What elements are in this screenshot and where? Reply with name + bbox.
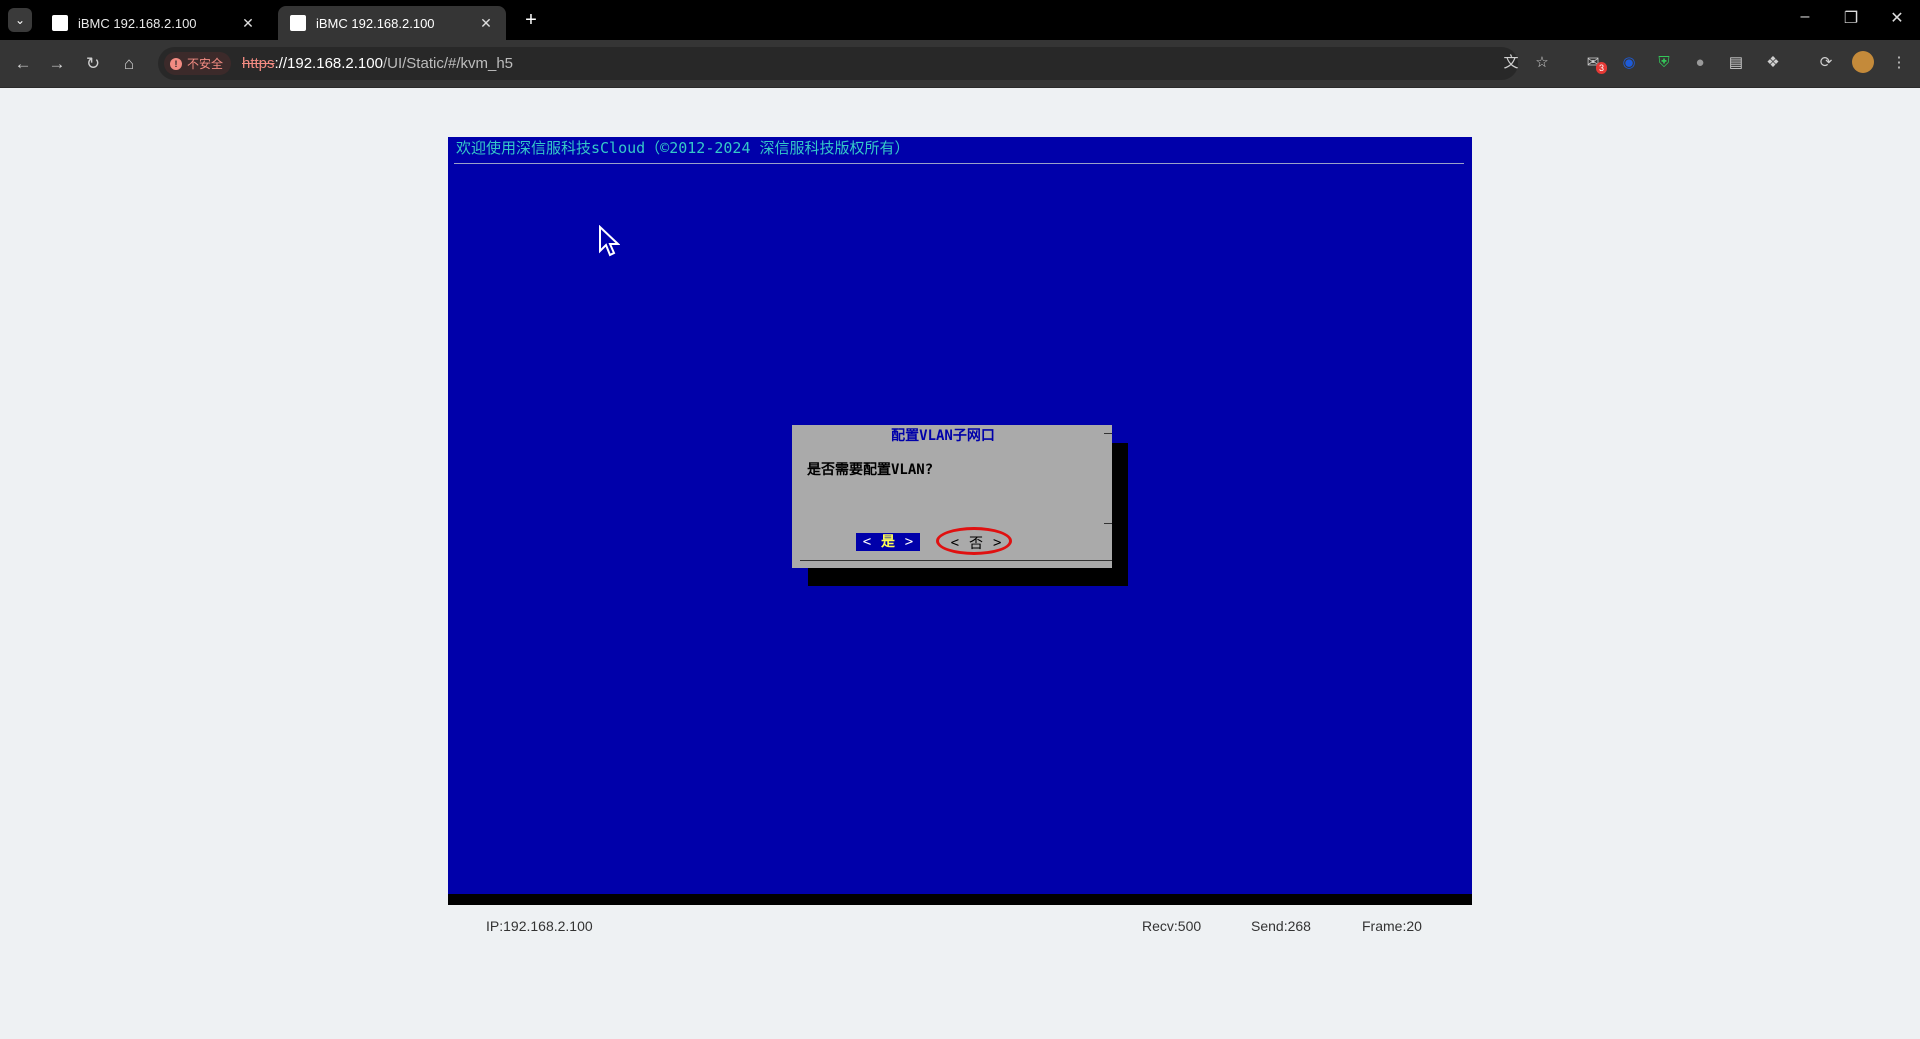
kvm-console-screen[interactable]: 欢迎使用深信服科技sCloud（©2012-2024 深信服科技版权所有） 配置…: [448, 137, 1472, 905]
status-frame: Frame:20: [1362, 918, 1422, 934]
new-tab-button[interactable]: +: [520, 9, 542, 31]
close-window-icon[interactable]: ✕: [1874, 8, 1920, 28]
close-tab-icon[interactable]: ✕: [476, 15, 496, 32]
no-right-bracket: >: [993, 535, 1002, 551]
yes-left-bracket: <: [856, 533, 878, 551]
chevron-down-icon: ⌄: [14, 13, 26, 27]
browser-toolbar: ← → ↻ ⌂ ! 不安全 https://192.168.2.100/UI/S…: [0, 40, 1920, 88]
no-button[interactable]: < 否 >: [936, 527, 1014, 555]
url-scheme: https: [242, 55, 275, 72]
tab-title: iBMC 192.168.2.100: [316, 15, 435, 31]
no-label: 否: [969, 536, 983, 552]
back-arrow-icon[interactable]: ←: [10, 51, 36, 77]
warning-icon: !: [170, 57, 182, 70]
extension-dot-icon[interactable]: ●: [1689, 52, 1711, 74]
url-path: /UI/Static/#/kvm_h5: [382, 55, 514, 72]
console-banner: 欢迎使用深信服科技sCloud（©2012-2024 深信服科技版权所有）: [456, 139, 910, 157]
vlan-config-dialog: 配置VLAN子网口 是否需要配置VLAN? < 是 > < 否 >: [792, 425, 1112, 568]
profile-avatar[interactable]: [1852, 51, 1874, 73]
security-status-chip[interactable]: ! 不安全: [164, 52, 232, 75]
yes-label: 是: [878, 533, 898, 551]
address-bar[interactable]: ! 不安全 https://192.168.2.100/UI/Static/#/…: [158, 47, 1519, 80]
browser-tab-2[interactable]: iBMC 192.168.2.100 ✕: [278, 6, 506, 40]
dialog-border: [1104, 523, 1112, 524]
sync-icon[interactable]: ⟳: [1815, 52, 1837, 74]
dialog-border: [1104, 433, 1112, 434]
mouse-pointer-icon: [599, 225, 620, 257]
extension-document-icon[interactable]: ▤: [1725, 52, 1747, 74]
browser-tab-bar: ⌄ iBMC 192.168.2.100 ✕ iBMC 192.168.2.10…: [0, 0, 1920, 40]
reload-icon[interactable]: ↻: [80, 51, 106, 77]
translate-icon[interactable]: 文: [1500, 52, 1522, 74]
status-send: Send:268: [1251, 918, 1311, 934]
url-host: ://192.168.2.100: [274, 55, 383, 72]
minimize-window-icon[interactable]: –: [1782, 8, 1828, 26]
extensions-puzzle-icon[interactable]: ❖: [1762, 52, 1784, 74]
page-favicon-icon: [290, 15, 306, 31]
extension-shield-icon[interactable]: ⛨: [1653, 52, 1675, 74]
restore-window-icon[interactable]: ❐: [1828, 8, 1874, 28]
page-favicon-icon: [52, 15, 68, 31]
status-ip: IP:192.168.2.100: [486, 918, 593, 934]
dialog-title: 配置VLAN子网口: [891, 428, 995, 444]
browser-tab-1[interactable]: iBMC 192.168.2.100 ✕: [40, 6, 268, 40]
extension-circle-icon[interactable]: ◉: [1618, 52, 1640, 74]
security-label: 不安全: [187, 57, 224, 71]
kvm-status-bar: IP:192.168.2.100 Recv:500 Send:268 Frame…: [448, 905, 1472, 947]
status-recv: Recv:500: [1142, 918, 1202, 934]
banner-divider: [454, 163, 1464, 164]
close-tab-icon[interactable]: ✕: [238, 15, 258, 32]
dialog-bottom-border: [800, 560, 1112, 561]
yes-right-bracket: >: [898, 533, 920, 551]
tab-search-button[interactable]: ⌄: [8, 8, 32, 32]
no-left-bracket: <: [950, 535, 959, 551]
console-bottom-edge: [448, 894, 1472, 905]
yes-button[interactable]: < 是 >: [856, 533, 920, 551]
dialog-message: 是否需要配置VLAN?: [807, 462, 934, 478]
forward-arrow-icon[interactable]: →: [44, 51, 70, 77]
tab-title: iBMC 192.168.2.100: [78, 15, 197, 31]
bookmark-star-icon[interactable]: ☆: [1531, 52, 1553, 74]
home-icon[interactable]: ⌂: [116, 51, 142, 77]
extension-badge: 3: [1596, 62, 1608, 74]
extension-mail-icon[interactable]: ✉ 3: [1582, 52, 1608, 74]
url-text[interactable]: https://192.168.2.100/UI/Static/#/kvm_h5: [242, 55, 513, 72]
more-menu-icon[interactable]: ⋮: [1888, 52, 1910, 74]
